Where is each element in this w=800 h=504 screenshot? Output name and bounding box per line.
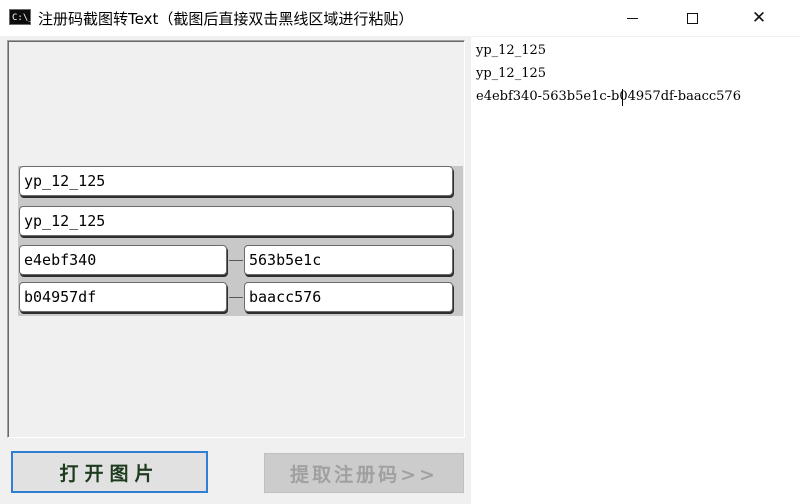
separator-dash (229, 297, 243, 298)
output-line: yp_12_125 (476, 43, 547, 58)
extract-code-button[interactable]: 提取注册码>> (264, 453, 464, 493)
code-field-1[interactable]: e4ebf340 (19, 245, 227, 275)
text-caret (622, 89, 623, 106)
separator-dash (229, 260, 243, 261)
screenshot-paste-panel[interactable]: yp_12_125 yp_12_125 e4ebf340 563b5e1c b0… (7, 40, 465, 438)
close-icon: ✕ (751, 8, 767, 28)
open-image-button[interactable]: 打开图片 (11, 451, 208, 493)
console-app-icon: C:\_ (9, 9, 34, 25)
output-text-area[interactable]: yp_12_125 yp_12_125 e4ebf340-563b5e1c-b0… (471, 37, 800, 504)
output-line: e4ebf340-563b5e1c-b04957df-baacc576 (476, 89, 741, 104)
title-bar[interactable]: C:\_ 注册码截图转Text（截图后直接双击黑线区域进行粘贴） ✕ (0, 0, 800, 36)
maximize-icon (686, 12, 698, 24)
maximize-button[interactable] (669, 0, 715, 36)
close-button[interactable]: ✕ (736, 0, 782, 36)
code-field-3[interactable]: b04957df (19, 282, 227, 312)
minimize-button[interactable] (609, 0, 655, 36)
window-title: 注册码截图转Text（截图后直接双击黑线区域进行粘贴） (38, 10, 414, 28)
username-field-1[interactable]: yp_12_125 (19, 166, 453, 196)
minimize-icon (626, 17, 638, 19)
code-field-4[interactable]: baacc576 (244, 282, 453, 312)
output-line: yp_12_125 (476, 66, 547, 81)
code-field-2[interactable]: 563b5e1c (244, 245, 453, 275)
username-field-2[interactable]: yp_12_125 (19, 206, 453, 236)
